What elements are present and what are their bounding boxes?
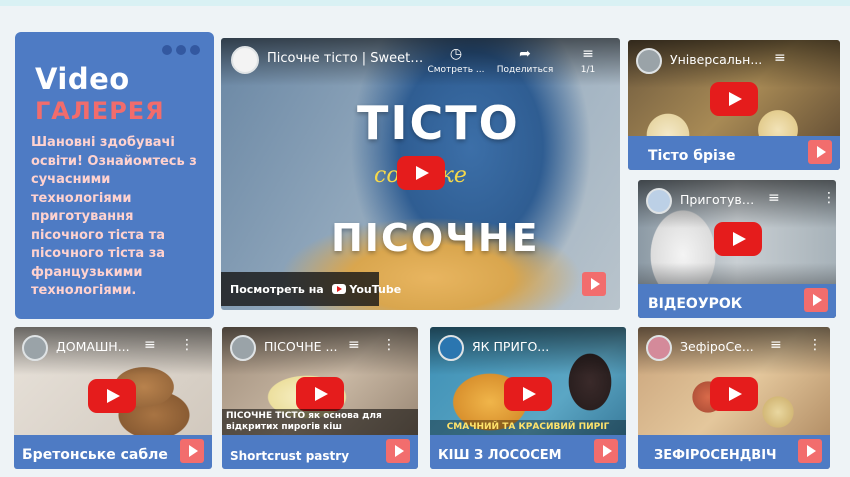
video-card[interactable]: ЯК ПРИГО... СМАЧНИЙ ТА КРАСИВИЙ ПИРІГ КІ… <box>430 327 626 469</box>
video-overlay-text: ПІСОЧНЕ ТІСТО як основа для відкритих пи… <box>222 409 418 435</box>
share-button[interactable]: ➦ Поделиться <box>493 46 557 75</box>
video-title[interactable]: Універсальн... <box>670 52 766 67</box>
intro-text: Шановні здобувачі освіти! Ознайомтесь з … <box>31 135 197 298</box>
video-caption-bar: Бретонське сабле <box>14 435 212 469</box>
more-vert-icon[interactable]: ⋮ <box>382 338 396 352</box>
channel-avatar[interactable] <box>646 335 672 361</box>
open-video-button[interactable] <box>808 140 832 164</box>
playlist-button[interactable]: ≡ 1/1 <box>573 46 603 75</box>
main-video[interactable]: Пісочне тісто | Sweet sh... ◷ Смотреть .… <box>221 38 620 310</box>
video-title[interactable]: ДОМАШН... <box>56 339 132 354</box>
gallery-title: Video <box>35 62 130 96</box>
video-caption-bar: КІШ З ЛОСОСЕМ <box>430 435 626 469</box>
more-vert-icon[interactable]: ⋮ <box>808 338 822 352</box>
open-video-button[interactable] <box>582 272 606 296</box>
video-title[interactable]: Приготува... <box>680 192 760 207</box>
more-vert-icon[interactable]: ⋮ <box>822 191 836 205</box>
watch-later-button[interactable]: ◷ Смотреть ... <box>421 46 491 75</box>
open-video-button[interactable] <box>798 439 822 463</box>
open-video-button[interactable] <box>594 439 618 463</box>
youtube-logo-icon <box>331 284 346 294</box>
more-vert-icon[interactable]: ⋮ <box>180 338 194 352</box>
intro-card: Video ГАЛЕРЕЯ Шановні здобувачі освіти! … <box>15 32 214 319</box>
youtube-play-icon[interactable] <box>397 156 445 190</box>
video-caption-bar: Shortcrust pastry <box>222 435 418 469</box>
video-card[interactable]: ЗефіроСе... ≡ ⋮ ЗЕФІРОСЕНДВІЧ <box>638 327 830 469</box>
queue-icon: ≡ <box>582 46 594 62</box>
youtube-play-icon[interactable] <box>710 377 758 411</box>
video-caption-bar: ЗЕФІРОСЕНДВІЧ <box>638 435 830 469</box>
video-title[interactable]: ПІСОЧНЕ ... <box>264 339 342 354</box>
queue-icon[interactable]: ≡ <box>774 51 786 65</box>
video-caption: КІШ З ЛОСОСЕМ <box>438 448 562 463</box>
open-video-button[interactable] <box>804 288 828 312</box>
video-caption: Тісто брізе <box>648 148 736 164</box>
video-title[interactable]: ЗефіроСе... <box>680 339 766 354</box>
video-card[interactable]: Приготува... ≡ ⋮ ВІДЕОУРОК <box>638 180 836 318</box>
channel-avatar[interactable] <box>22 335 48 361</box>
channel-avatar[interactable] <box>231 46 259 74</box>
clock-icon: ◷ <box>449 46 463 62</box>
video-title[interactable]: ЯК ПРИГО... <box>472 339 550 354</box>
video-card[interactable]: ПІСОЧНЕ ... ≡ ⋮ ПІСОЧНЕ ТІСТО як основа … <box>222 327 418 469</box>
top-strip <box>0 0 850 6</box>
queue-icon[interactable]: ≡ <box>348 338 360 352</box>
open-video-button[interactable] <box>386 439 410 463</box>
channel-avatar[interactable] <box>230 335 256 361</box>
overlay-word-1: ТІСТО <box>357 96 520 150</box>
video-caption-bar: ВІДЕОУРОК <box>638 284 836 318</box>
youtube-play-icon[interactable] <box>714 222 762 256</box>
queue-icon[interactable]: ≡ <box>770 338 782 352</box>
open-video-button[interactable] <box>180 439 204 463</box>
channel-avatar[interactable] <box>646 188 672 214</box>
video-caption: Shortcrust pastry <box>230 449 350 463</box>
youtube-play-icon[interactable] <box>88 379 136 413</box>
youtube-play-icon[interactable] <box>296 377 344 411</box>
video-card[interactable]: Універсальн... ≡ Тісто брізе <box>628 40 840 170</box>
youtube-play-icon[interactable] <box>710 82 758 116</box>
watch-on-youtube-button[interactable]: Посмотреть на YouTube <box>221 272 401 306</box>
main-video-title[interactable]: Пісочне тісто | Sweet sh... <box>267 51 427 66</box>
channel-avatar[interactable] <box>438 335 464 361</box>
video-caption-bar: Тісто брізе <box>628 136 840 170</box>
share-icon: ➦ <box>519 46 531 62</box>
queue-icon[interactable]: ≡ <box>768 191 780 205</box>
queue-icon[interactable]: ≡ <box>144 338 156 352</box>
channel-avatar[interactable] <box>636 48 662 74</box>
video-caption: Бретонське сабле <box>22 447 168 463</box>
youtube-play-icon[interactable] <box>504 377 552 411</box>
video-caption: ВІДЕОУРОК <box>648 296 743 312</box>
window-dots <box>162 45 200 55</box>
video-card[interactable]: ДОМАШН... ≡ ⋮ Бретонське сабле <box>14 327 212 469</box>
video-caption: ЗЕФІРОСЕНДВІЧ <box>654 448 777 463</box>
overlay-word-3: ПІСОЧНЕ <box>331 216 540 260</box>
video-overlay-text: СМАЧНИЙ ТА КРАСИВИЙ ПИРІГ <box>430 420 626 435</box>
gallery-subtitle: ГАЛЕРЕЯ <box>35 97 165 125</box>
